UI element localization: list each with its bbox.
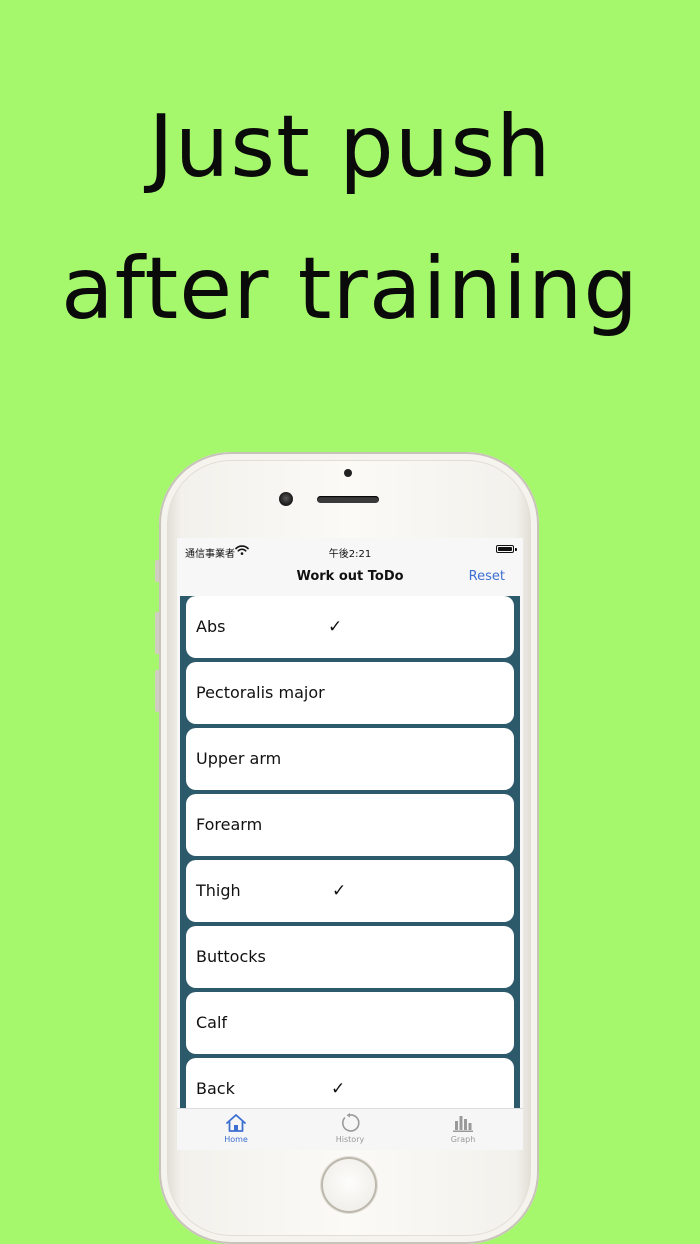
navigation-bar: Work out ToDo Reset: [177, 564, 523, 596]
tab-label: Home: [224, 1135, 248, 1144]
list-item-abs[interactable]: Abs ✓: [186, 596, 514, 658]
checkmark-icon: ✓: [331, 1079, 346, 1099]
list-item-upper-arm[interactable]: Upper arm: [186, 728, 514, 790]
list-item-calf[interactable]: Calf: [186, 992, 514, 1054]
battery-tip: [515, 548, 517, 551]
headline-line-2: after training: [61, 239, 639, 339]
list-item-pectoralis-major[interactable]: Pectoralis major: [186, 662, 514, 724]
list-item-thigh[interactable]: Thigh ✓: [186, 860, 514, 922]
list-item-forearm[interactable]: Forearm: [186, 794, 514, 856]
tab-home[interactable]: Home: [196, 1109, 276, 1150]
list-item-label: Thigh: [196, 881, 241, 900]
checkmark-icon: ✓: [328, 617, 343, 637]
home-icon: [226, 1114, 246, 1132]
history-icon: [342, 1113, 360, 1132]
graph-icon: [453, 1116, 473, 1132]
tab-label: History: [335, 1135, 365, 1144]
status-time: 午後2:21: [328, 549, 372, 560]
list-item-label: Calf: [196, 1013, 228, 1032]
phone-screen: 通信事業者 午後2:21 Work out ToDo Reset Abs ✓ P…: [177, 538, 523, 1150]
home-button[interactable]: [321, 1157, 377, 1213]
list-item-label: Forearm: [196, 815, 263, 834]
tab-label: Graph: [450, 1135, 476, 1144]
list-item-label: Buttocks: [196, 947, 266, 966]
list-item-label: Back: [196, 1079, 235, 1098]
proximity-sensor: [344, 469, 352, 477]
list-item-label: Upper arm: [196, 749, 282, 768]
checkmark-icon: ✓: [332, 881, 347, 901]
headline-line-1: Just push: [148, 97, 552, 197]
list-item-back[interactable]: Back ✓: [186, 1058, 514, 1108]
status-bar: 通信事業者 午後2:21: [177, 538, 523, 564]
list-item-buttocks[interactable]: Buttocks: [186, 926, 514, 988]
tab-bar: Home History Graph: [177, 1108, 523, 1150]
battery-icon: [496, 545, 514, 553]
tab-graph[interactable]: Graph: [423, 1109, 503, 1150]
earpiece-speaker: [317, 496, 379, 503]
reset-button[interactable]: Reset: [469, 569, 505, 584]
front-camera: [279, 492, 293, 506]
workout-list[interactable]: Abs ✓ Pectoralis major Upper arm Forearm…: [180, 596, 520, 1108]
list-item-label: Abs: [196, 617, 226, 636]
tab-history[interactable]: History: [310, 1109, 390, 1150]
list-item-label: Pectoralis major: [196, 683, 325, 702]
